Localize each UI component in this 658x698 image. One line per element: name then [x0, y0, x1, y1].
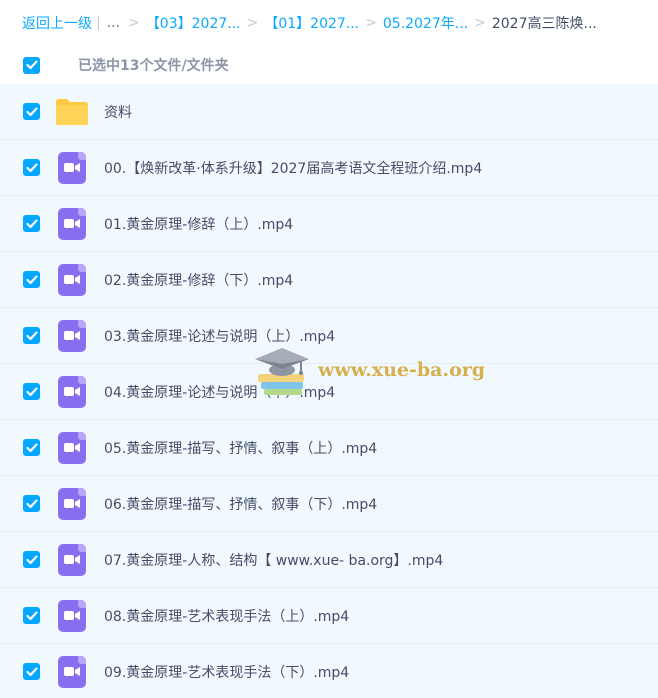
row-checkbox[interactable]: [23, 663, 40, 680]
row-checkbox[interactable]: [23, 103, 40, 120]
row-checkbox[interactable]: [23, 551, 40, 568]
video-camera-icon: [58, 543, 86, 576]
breadcrumb-divider: |: [96, 15, 101, 31]
row-checkbox[interactable]: [23, 159, 40, 176]
breadcrumb-item[interactable]: 【01】2027...: [264, 13, 359, 33]
video-camera-icon: [58, 599, 86, 632]
breadcrumb-current: 2027高三陈焕...: [491, 16, 597, 32]
breadcrumb-separator: >: [474, 15, 486, 31]
file-row[interactable]: 06.黄金原理-描写、抒情、叙事（下）.mp4: [0, 476, 658, 532]
breadcrumb-ellipsis[interactable]: ...: [107, 15, 120, 31]
select-all-checkbox[interactable]: [23, 56, 40, 74]
breadcrumb-separator: >: [246, 15, 259, 31]
file-name[interactable]: 07.黄金原理-人称、结构【 www.xue- ba.org】.mp4: [104, 550, 443, 570]
breadcrumb-separator: >: [365, 15, 377, 31]
file-row[interactable]: 00.【焕新改革·体系升级】2027届高考语文全程班介绍.mp4: [0, 140, 658, 196]
video-camera-icon: [58, 487, 86, 520]
video-file-icon: [55, 543, 89, 577]
back-link[interactable]: 返回上一级: [22, 13, 92, 33]
folder-icon: [55, 95, 89, 129]
file-name[interactable]: 04.黄金原理-论述与说明（下）.mp4: [104, 382, 335, 402]
row-checkbox[interactable]: [23, 271, 40, 288]
video-file-icon: [55, 151, 89, 185]
row-checkbox[interactable]: [23, 607, 40, 624]
selection-summary: 已选中13个文件/文件夹: [78, 58, 229, 74]
file-row[interactable]: 04.黄金原理-论述与说明（下）.mp4: [0, 364, 658, 420]
file-name[interactable]: 03.黄金原理-论述与说明（上）.mp4: [104, 326, 335, 346]
video-camera-icon: [58, 207, 86, 240]
file-name[interactable]: 08.黄金原理-艺术表现手法（上）.mp4: [104, 606, 349, 626]
file-name[interactable]: 01.黄金原理-修辞（上）.mp4: [104, 214, 293, 234]
video-camera-icon: [58, 431, 86, 464]
file-row[interactable]: 03.黄金原理-论述与说明（上）.mp4: [0, 308, 658, 364]
row-checkbox[interactable]: [23, 327, 40, 344]
row-checkbox[interactable]: [23, 495, 40, 512]
video-file-icon: [55, 655, 89, 689]
video-file-icon: [55, 375, 89, 409]
video-file-icon: [55, 431, 89, 465]
selection-bar: 已选中13个文件/文件夹: [0, 46, 658, 84]
file-row[interactable]: 01.黄金原理-修辞（上）.mp4: [0, 196, 658, 252]
file-row[interactable]: 02.黄金原理-修辞（下）.mp4: [0, 252, 658, 308]
file-name[interactable]: 资料: [104, 102, 132, 122]
file-row[interactable]: 08.黄金原理-艺术表现手法（上）.mp4: [0, 588, 658, 644]
file-name[interactable]: 05.黄金原理-描写、抒情、叙事（上）.mp4: [104, 438, 377, 458]
video-file-icon: [55, 207, 89, 241]
breadcrumb-item[interactable]: 05.2027年...: [383, 13, 468, 33]
video-file-icon: [55, 599, 89, 633]
row-checkbox[interactable]: [23, 215, 40, 232]
file-name[interactable]: 06.黄金原理-描写、抒情、叙事（下）.mp4: [104, 494, 377, 514]
file-name[interactable]: 02.黄金原理-修辞（下）.mp4: [104, 270, 293, 290]
file-row[interactable]: 05.黄金原理-描写、抒情、叙事（上）.mp4: [0, 420, 658, 476]
video-file-icon: [55, 319, 89, 353]
video-file-icon: [55, 263, 89, 297]
row-checkbox[interactable]: [23, 383, 40, 400]
breadcrumb-item[interactable]: 【03】2027...: [146, 13, 241, 33]
row-checkbox[interactable]: [23, 439, 40, 456]
file-name[interactable]: 00.【焕新改革·体系升级】2027届高考语文全程班介绍.mp4: [104, 158, 482, 178]
folder-row[interactable]: 资料: [0, 84, 658, 140]
file-row[interactable]: 07.黄金原理-人称、结构【 www.xue- ba.org】.mp4: [0, 532, 658, 588]
breadcrumb: 返回上一级 | ... > 【03】2027... > 【01】2027... …: [0, 0, 658, 46]
breadcrumb-separator: >: [128, 15, 140, 31]
video-camera-icon: [58, 655, 86, 688]
video-file-icon: [55, 487, 89, 521]
file-list: 资料 00.【焕新改革·体系升级】2027届高考语文全程班介绍.mp4 01.黄金原…: [0, 84, 658, 698]
video-camera-icon: [58, 263, 86, 296]
video-camera-icon: [58, 319, 86, 352]
video-camera-icon: [58, 375, 86, 408]
file-row[interactable]: 09.黄金原理-艺术表现手法（下）.mp4: [0, 644, 658, 698]
file-name[interactable]: 09.黄金原理-艺术表现手法（下）.mp4: [104, 662, 349, 682]
video-camera-icon: [58, 151, 86, 184]
